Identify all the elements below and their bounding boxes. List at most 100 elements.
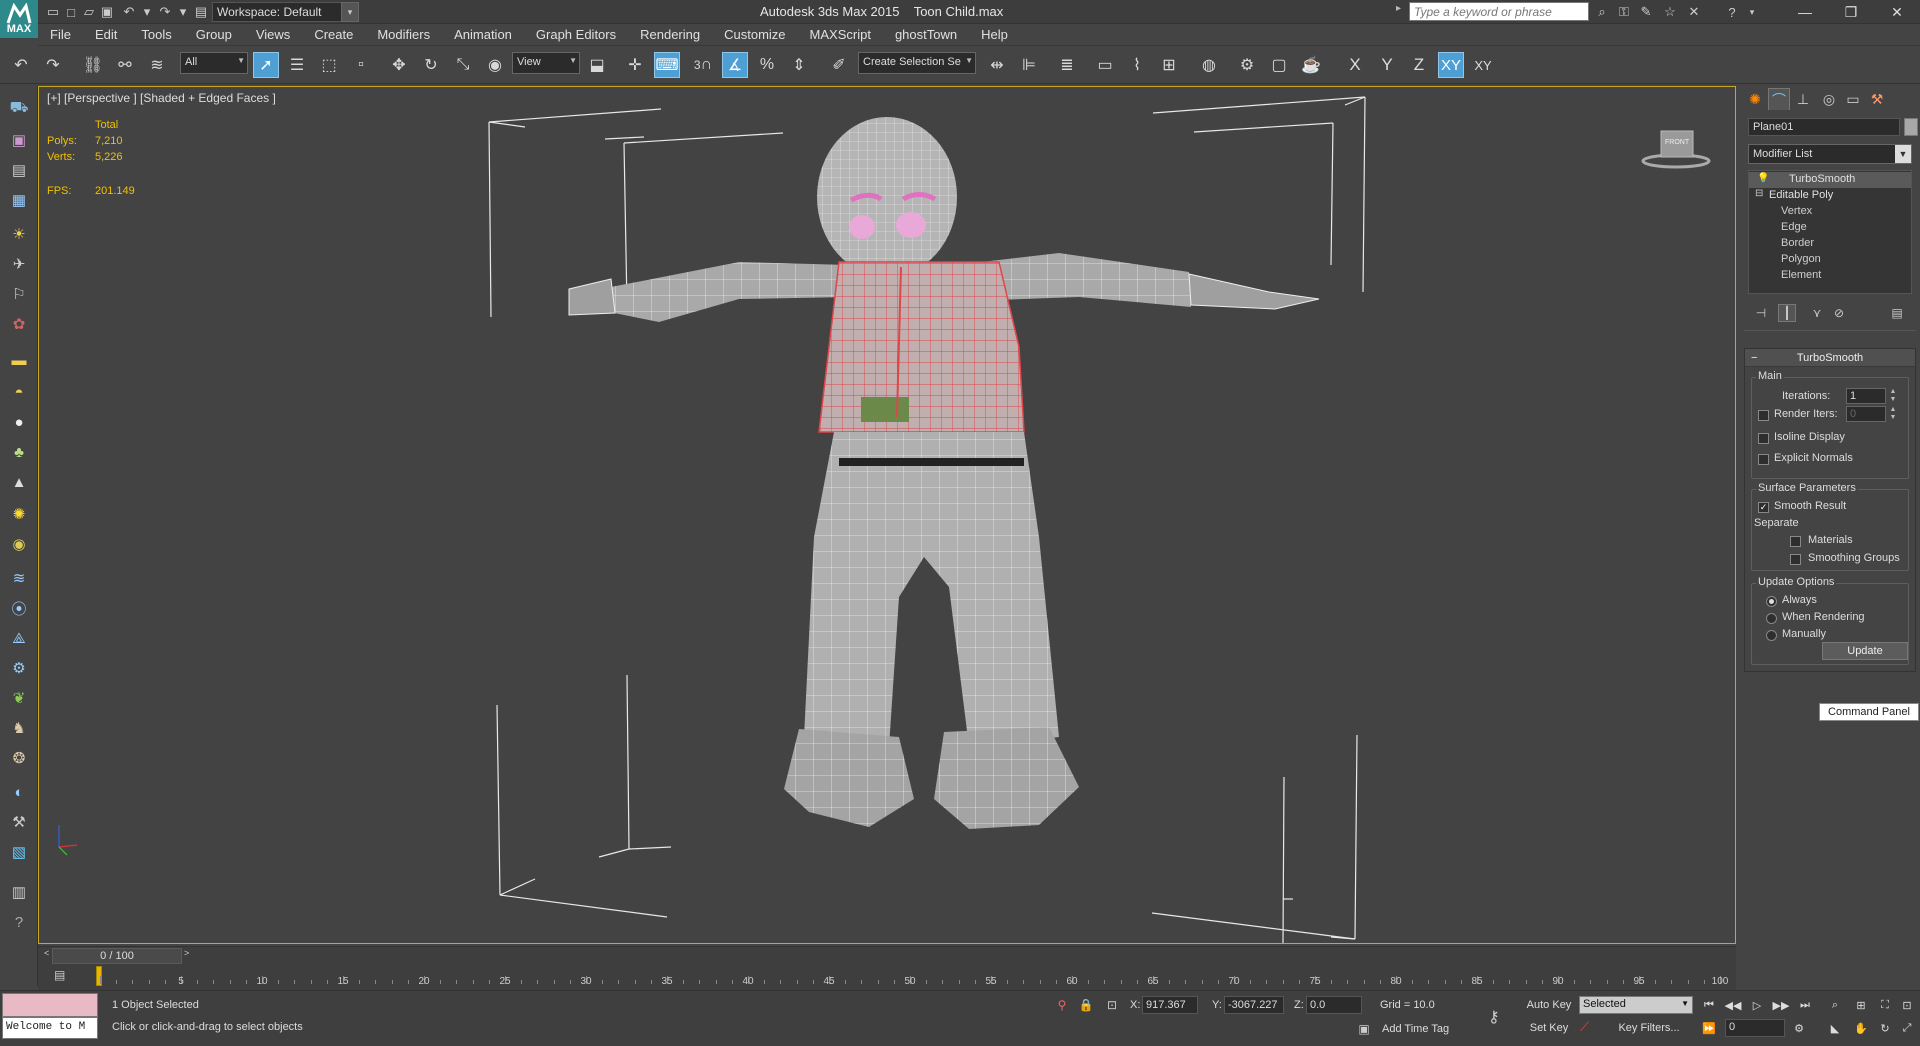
shell-icon[interactable]: ❂ <box>7 746 31 770</box>
auto-key-button[interactable]: Auto Key <box>1524 996 1574 1014</box>
favorites-icon[interactable]: ☆ <box>1660 3 1680 21</box>
layer-explorer-icon[interactable]: ≣ <box>1054 52 1080 78</box>
collapse-rollout-icon[interactable]: − <box>1751 349 1757 367</box>
viewcube[interactable]: FRONT <box>1641 125 1711 169</box>
configure-sets-icon[interactable]: ▤ <box>1888 304 1906 322</box>
x-coordinate-field[interactable]: 917.367 <box>1142 996 1198 1014</box>
zoom-extents-icon[interactable]: ⛶ <box>1876 996 1894 1014</box>
current-frame-field[interactable]: 0 <box>1725 1019 1785 1037</box>
workspace-expand-icon[interactable]: ▾ <box>341 2 359 22</box>
stack-item-element[interactable]: Element <box>1749 268 1911 284</box>
key-icon[interactable]: ⚿ <box>1614 3 1634 21</box>
communication-center-icon[interactable]: ✎ <box>1636 3 1656 21</box>
redo-dropdown-icon[interactable]: ▾ <box>174 3 192 21</box>
menu-create[interactable]: Create <box>302 27 365 42</box>
gear-icon[interactable]: ⚙ <box>7 656 31 680</box>
absolute-transform-icon[interactable]: ⊡ <box>1104 997 1120 1013</box>
foliage-icon[interactable]: ❦ <box>7 686 31 710</box>
remove-modifier-icon[interactable]: ⊘ <box>1830 304 1848 322</box>
menu-views[interactable]: Views <box>244 27 302 42</box>
select-and-manipulate-icon[interactable]: ✛ <box>622 52 648 78</box>
rectangular-selection-icon[interactable]: ⬚ <box>316 52 342 78</box>
bind-to-space-warp-icon[interactable]: ≋ <box>144 52 170 78</box>
help-circle-icon[interactable]: ? <box>7 910 31 934</box>
next-frame-icon[interactable]: > <box>184 948 189 958</box>
materials-checkbox[interactable] <box>1790 536 1801 547</box>
menu-modifiers[interactable]: Modifiers <box>365 27 442 42</box>
viewport-perspective[interactable]: [+] [Perspective ] [Shaded + Edged Faces… <box>38 86 1736 944</box>
unlink-selection-icon[interactable]: ⚯ <box>112 52 138 78</box>
maxscript-listener-output[interactable]: Welcome to M <box>2 1017 98 1039</box>
create-tab-icon[interactable]: ✺ <box>1744 88 1766 110</box>
play-icon[interactable]: ▷ <box>1748 996 1766 1014</box>
help-icon[interactable]: ? <box>1722 3 1742 21</box>
explicit-normals-checkbox[interactable] <box>1758 454 1769 465</box>
pin-stack-icon[interactable]: ⊣ <box>1752 304 1770 322</box>
key-filters-button[interactable]: Key Filters... <box>1606 1019 1692 1037</box>
key-mode-dropdown[interactable]: Selected ▼ <box>1579 996 1693 1014</box>
menu-rendering[interactable]: Rendering <box>628 27 712 42</box>
helper-icon[interactable]: ⚐ <box>7 282 31 306</box>
undo-dropdown-icon[interactable]: ▾ <box>138 3 156 21</box>
set-key-mode-icon[interactable]: ⚷ <box>1488 1007 1514 1027</box>
isoline-display-checkbox[interactable] <box>1758 433 1769 444</box>
project-folder-icon[interactable]: ▤ <box>192 3 210 21</box>
previous-frame-icon[interactable]: < <box>44 948 49 958</box>
stack-item-edge[interactable]: Edge <box>1749 220 1911 236</box>
stack-item-turbosmooth[interactable]: 💡 TurboSmooth <box>1749 172 1911 188</box>
maximize-viewport-icon[interactable]: ⤢ <box>1898 1019 1916 1037</box>
material-editor-icon[interactable]: ◍ <box>1196 52 1222 78</box>
render-iters-checkbox[interactable] <box>1758 410 1769 421</box>
select-and-link-icon[interactable]: ⛓ <box>80 52 106 78</box>
new-file-icon[interactable]: □ <box>62 3 80 21</box>
collapse-icon[interactable]: ⊟ <box>1755 188 1763 199</box>
cone-icon[interactable]: ▲ <box>7 470 31 494</box>
spinner-arrows-icon[interactable]: ▲ ▼ <box>1888 406 1898 422</box>
open-file-icon[interactable]: ▱ <box>80 3 98 21</box>
redo-quick-icon[interactable]: ↷ <box>156 3 174 21</box>
next-key-icon[interactable]: ▶▶ <box>1772 996 1790 1014</box>
hierarchy-tab-icon[interactable]: ⊥ <box>1792 88 1814 110</box>
go-to-end-icon[interactable]: ⏭ <box>1796 996 1814 1014</box>
sunlight-icon[interactable]: ✺ <box>7 502 31 526</box>
zoom-icon[interactable]: ⌕ <box>1826 996 1844 1014</box>
object-name-field[interactable]: Plane01 <box>1748 118 1900 136</box>
zoom-all-icon[interactable]: ⊞ <box>1852 996 1870 1014</box>
undo-icon[interactable]: ↶ <box>8 52 34 78</box>
menu-animation[interactable]: Animation <box>442 27 524 42</box>
snaps-toggle-icon[interactable]: 3 ∩ <box>690 52 716 78</box>
modify-tab-icon[interactable]: ⌒ <box>1768 88 1790 110</box>
hair-icon[interactable]: ≋ <box>7 566 31 590</box>
geosphere-icon[interactable]: ◉ <box>7 532 31 556</box>
redo-icon[interactable]: ↷ <box>40 52 66 78</box>
time-slider[interactable]: < 0 / 100 > <box>38 946 1736 964</box>
help-dropdown-icon[interactable]: ▾ <box>1742 3 1762 21</box>
smoothing-groups-checkbox[interactable] <box>1790 554 1801 565</box>
update-button[interactable]: Update <box>1822 642 1908 660</box>
undo-quick-icon[interactable]: ↶ <box>120 3 138 21</box>
close-button[interactable]: ✕ <box>1874 0 1920 24</box>
stack-item-editable-poly[interactable]: ⊟ Editable Poly <box>1749 188 1911 204</box>
select-and-scale-icon[interactable]: ⤡ <box>450 52 476 78</box>
menu-group[interactable]: Group <box>184 27 244 42</box>
named-selection-sets-dropdown[interactable]: Create Selection Se ▼ <box>858 52 976 74</box>
ribbon-icon[interactable]: ▧ <box>7 840 31 864</box>
field-of-view-icon[interactable]: ◣ <box>1826 1019 1844 1037</box>
when-rendering-radio[interactable] <box>1766 613 1777 624</box>
constrain-x-button[interactable]: X <box>1342 52 1368 78</box>
percent-snap-icon[interactable]: % <box>754 52 780 78</box>
rendered-frame-window-icon[interactable]: ▢ <box>1266 52 1292 78</box>
smooth-result-checkbox[interactable]: ✓ <box>1758 502 1769 513</box>
menu-file[interactable]: File <box>38 27 83 42</box>
menu-edit[interactable]: Edit <box>83 27 129 42</box>
menu-customize[interactable]: Customize <box>712 27 797 42</box>
constrain-xy-button[interactable]: XY <box>1438 52 1464 78</box>
layer-icon[interactable]: ▤ <box>7 158 31 182</box>
stack-item-border[interactable]: Border <box>1749 236 1911 252</box>
scene-explorer-icon[interactable]: ▦ <box>7 188 31 212</box>
edit-named-selection-icon[interactable]: ✐ <box>826 52 852 78</box>
select-object-icon[interactable]: ➚ <box>253 52 279 78</box>
key-mode-toggle-icon[interactable]: ⏩ <box>1700 1019 1718 1037</box>
make-unique-icon[interactable]: ⋎ <box>1808 304 1826 322</box>
render-icon[interactable]: ▣ <box>7 128 31 152</box>
